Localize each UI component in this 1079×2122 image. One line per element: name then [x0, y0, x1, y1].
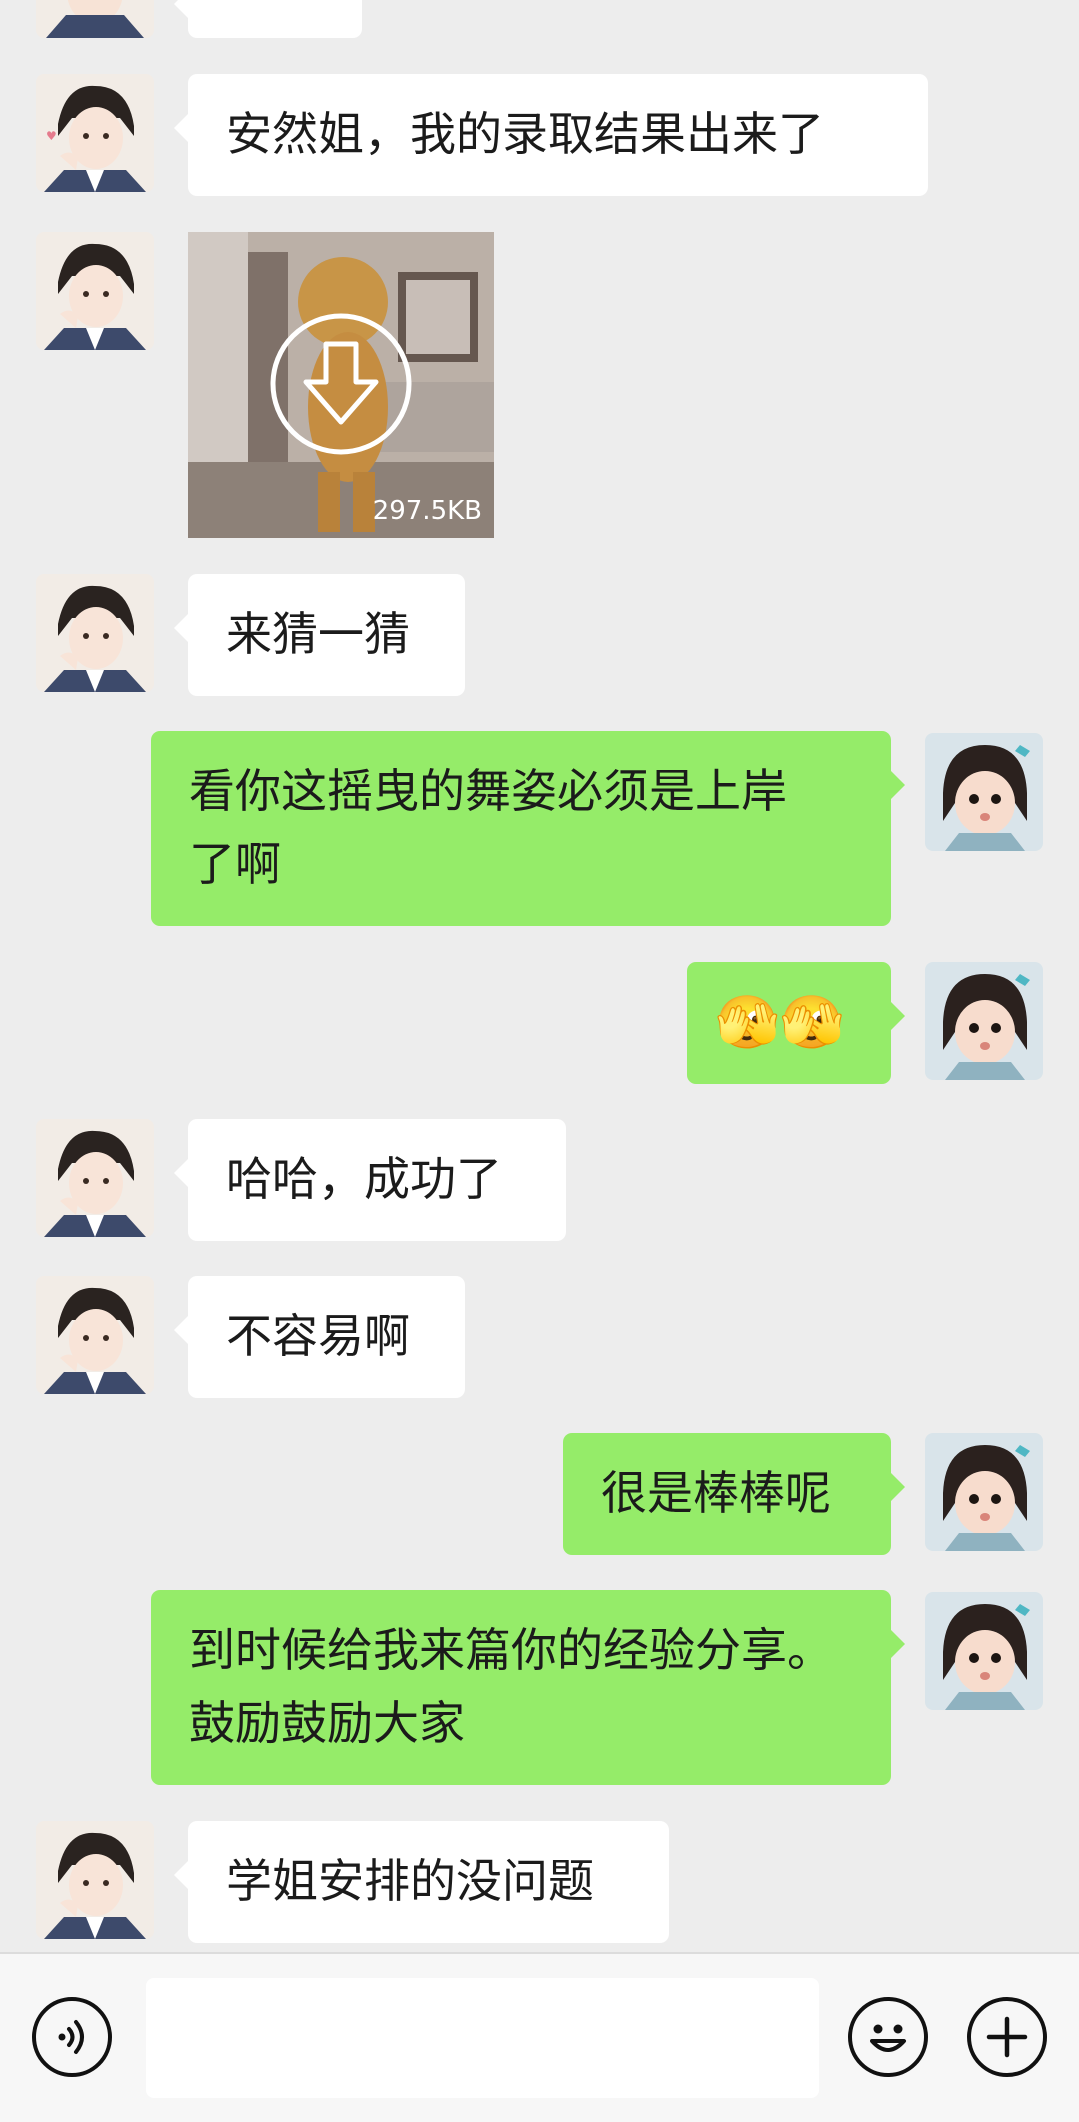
image-thumbnail [188, 232, 494, 538]
input-bar [0, 1952, 1079, 2122]
message-bubble[interactable]: 看你这摇曳的舞姿必须是上岸 了啊 [151, 731, 905, 926]
message-bubble[interactable]: 很是棒棒呢 [563, 1433, 905, 1555]
message-bubble[interactable]: 来猜一猜 [174, 574, 465, 696]
voice-button[interactable] [32, 1997, 112, 2077]
contact-avatar[interactable] [36, 1821, 154, 1939]
svg-text:♥: ♥ [46, 129, 57, 143]
contact-avatar[interactable] [36, 574, 154, 692]
image-message[interactable]: 297.5KB [188, 232, 494, 538]
message-bubble[interactable] [174, 0, 362, 38]
contact-avatar[interactable] [36, 1276, 154, 1394]
my-avatar[interactable] [925, 1433, 1043, 1551]
contact-avatar[interactable]: ♥ [36, 74, 154, 192]
contact-avatar[interactable] [36, 0, 154, 38]
message-bubble[interactable]: 哈哈，成功了 [174, 1119, 566, 1241]
contact-avatar[interactable] [36, 232, 154, 350]
message-line: 了啊 [189, 837, 281, 891]
image-file-size: 297.5KB [372, 496, 482, 526]
emoji-icon [870, 2024, 906, 2052]
emoji-button[interactable] [848, 1997, 928, 2077]
message-line: 看你这摇曳的舞姿必须是上岸 [189, 764, 787, 818]
message-bubble[interactable]: 🫣🫣 [687, 962, 905, 1084]
my-avatar[interactable] [925, 1592, 1043, 1710]
voice-icon [58, 2020, 84, 2054]
my-avatar[interactable] [925, 733, 1043, 851]
message-bubble[interactable]: 不容易啊 [174, 1276, 465, 1398]
message-input[interactable] [146, 1978, 819, 2098]
add-icon [986, 2016, 1028, 2058]
message-bubble[interactable]: 安然姐，我的录取结果出来了 [174, 74, 928, 196]
add-button[interactable] [967, 1997, 1047, 2077]
message-line: 鼓励鼓励大家 [189, 1696, 465, 1750]
message-line: 到时候给我来篇你的经验分享。 [189, 1623, 833, 1677]
message-bubble[interactable]: 学姐安排的没问题 [174, 1821, 669, 1943]
chat-area[interactable]: ♥ 安然姐，我的录取结果出来了 297.5KB 来猜一猜 看你这摇曳的舞姿必须是… [0, 0, 1079, 1952]
my-avatar[interactable] [925, 962, 1043, 1080]
message-bubble[interactable]: 到时候给我来篇你的经验分享。 鼓励鼓励大家 [151, 1590, 905, 1785]
contact-avatar[interactable] [36, 1119, 154, 1237]
